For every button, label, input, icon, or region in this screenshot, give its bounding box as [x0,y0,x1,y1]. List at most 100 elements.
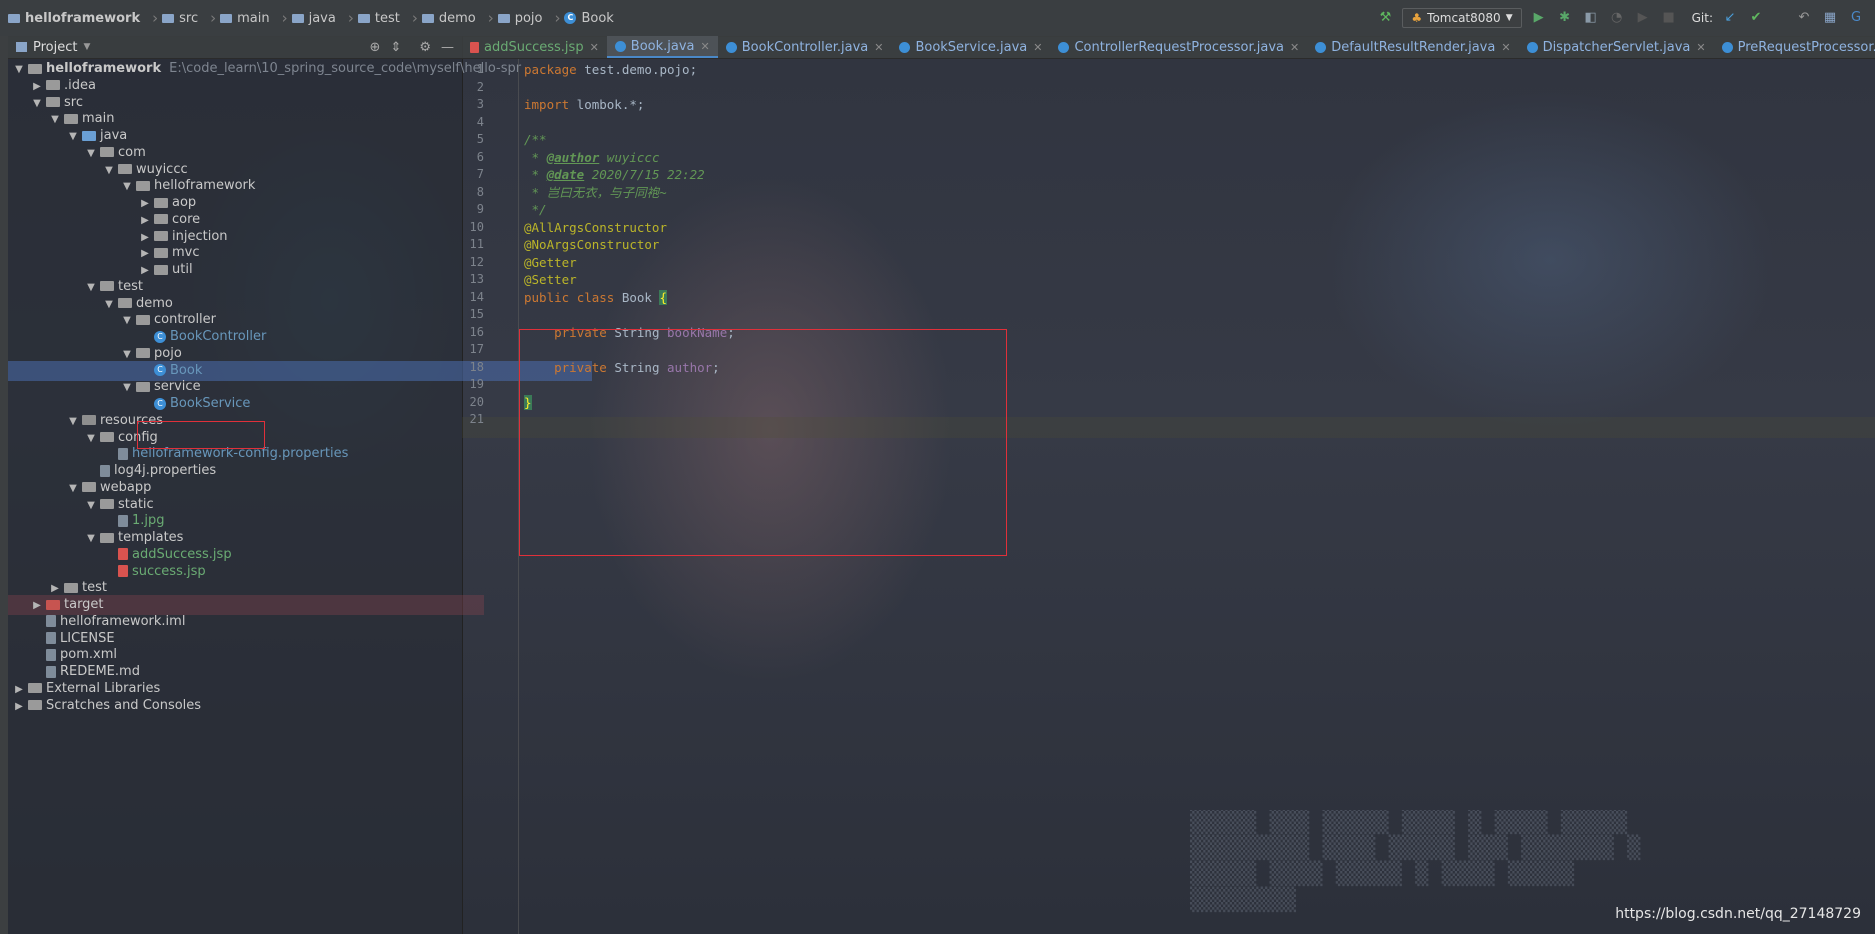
wallpaper-overlay-text: ▒▒▒▒▒ ▒▒▒ ▒▒▒▒▒ ▒▒▒▒ ▒ ▒▒▒▒ ▒▒▒▒▒ ▒▒▒▒▒▒… [1190,810,1641,913]
tree-item[interactable]: ▶ Scratches and Consoles [8,696,466,716]
folder-icon [64,582,78,593]
breadcrumb-item[interactable]: helloframework [4,11,144,26]
class-icon: C [564,12,577,24]
tree-item-label: success.jsp [132,563,206,579]
hide-icon[interactable]: — [441,40,454,55]
tree-item-label: util [172,262,193,277]
project-panel-title[interactable]: Project [33,40,77,55]
tab-label: DefaultResultRender.java [1331,39,1496,55]
project-structure-icon[interactable]: ▦ [1821,9,1839,27]
tomcat-icon: ♣ [1411,11,1423,25]
close-tab-icon[interactable]: ✕ [701,40,710,53]
run-disabled-icon[interactable]: ▶ [1634,9,1652,27]
breadcrumb-item[interactable]: › pojo [480,9,547,27]
breadcrumb-separator-icon: › [487,9,494,27]
folder-icon [497,13,510,23]
res-icon [82,415,96,426]
folder-icon [136,180,150,191]
close-tab-icon[interactable]: ✕ [1501,41,1510,54]
class-icon [1058,41,1070,53]
breadcrumb-separator-icon: › [152,9,159,27]
tree-item-label: helloframework [154,178,256,194]
folder-icon [291,13,304,23]
tree-item-label: mvc [172,245,200,261]
editor-tab[interactable]: BookController.java ✕ [718,36,892,58]
class-icon [1526,41,1538,53]
editor-tab[interactable]: DispatcherServlet.java ✕ [1519,36,1714,58]
close-tab-icon[interactable]: ✕ [1290,41,1299,54]
breadcrumb-item[interactable]: › java [274,9,340,27]
folder-icon [64,113,78,124]
breadcrumb: helloframework › src › main › java › test › demo › p… [0,9,618,27]
gear-icon[interactable]: ⚙ [419,40,431,55]
red-icon [46,599,60,610]
left-tool-strip[interactable] [0,36,8,934]
folder-icon [154,214,168,225]
tree-item-label: webapp [100,479,152,495]
debug-icon[interactable]: ✱ [1556,9,1574,27]
close-tab-icon[interactable]: ✕ [1696,41,1705,54]
tree-item-label: test [82,580,107,596]
tree-item-label: REDEME.md [60,664,140,679]
src-icon [82,130,96,141]
folder-icon [136,348,150,359]
breadcrumb-label: src [179,10,199,26]
breadcrumb-label: Book [581,10,614,26]
file-icon [46,632,56,644]
collapse-all-icon[interactable]: ⇕ [390,40,401,55]
run-icon[interactable]: ▶ [1530,9,1548,27]
breadcrumb-item[interactable]: › main [202,9,273,27]
run-config-label: Tomcat8080 [1427,11,1501,25]
editor-tab[interactable]: BookService.java ✕ [891,36,1050,58]
build-hammer-icon[interactable]: ⚒ [1376,9,1394,27]
close-tab-icon[interactable]: ✕ [874,41,883,54]
tree-item-label: static [118,496,154,512]
collapsed-arrow-icon[interactable]: ▶ [12,697,26,717]
tree-item-label: controller [154,312,217,328]
project-tool-window: Project ▼ ⊕ ⇕ ⚙ — ▼ helloframework E:\code… [8,36,592,934]
stop-icon[interactable]: ■ [1660,9,1678,27]
editor-tab[interactable]: PreRequestProcessor.java✕ [1714,36,1875,58]
code-line[interactable]: import lombok.*; [524,94,644,115]
close-tab-icon[interactable]: ✕ [1033,41,1042,54]
folder-icon [100,532,114,543]
git-commit-icon[interactable]: ✔ [1747,9,1765,27]
breadcrumb-item[interactable]: › C Book [546,9,617,27]
breadcrumb-label: java [308,10,336,26]
close-tab-icon[interactable]: ✕ [590,41,599,54]
file-icon [46,615,56,628]
folder-icon [46,80,60,91]
folder-icon [118,298,132,308]
code-line[interactable]: package test.demo.pojo; [524,59,697,80]
editor-tab[interactable]: ControllerRequestProcessor.java ✕ [1050,36,1307,58]
translate-icon[interactable]: G [1847,9,1865,27]
chevron-down-icon[interactable]: ▼ [83,42,90,52]
breadcrumb-label: helloframework [25,10,141,26]
code-line[interactable]: public class Book { [524,287,668,308]
editor-tab[interactable]: Book.java ✕ [606,36,718,58]
breadcrumb-item[interactable]: › test [340,9,404,27]
lib-icon [28,683,42,694]
navigation-bar: helloframework › src › main › java › test › demo › p… [0,0,1875,37]
coverage-icon[interactable]: ◧ [1582,9,1600,27]
class-icon [614,40,626,52]
revert-icon[interactable]: ↶ [1795,9,1813,27]
locate-icon[interactable]: ⊕ [370,40,381,55]
breadcrumb-item[interactable]: › src [144,9,202,27]
jsp-icon [118,548,128,561]
class-icon [1315,41,1327,53]
tree-item-label: log4j.properties [114,463,217,478]
editor-tab[interactable]: addSuccess.jsp ✕ [462,36,607,58]
git-update-icon[interactable]: ↙ [1721,9,1739,27]
breadcrumb-item[interactable]: › demo [404,9,480,27]
tab-label: BookController.java [741,39,869,55]
folder-icon [100,147,114,158]
folder-icon [136,314,150,325]
profile-icon[interactable]: ◔ [1608,9,1626,27]
editor-tab[interactable]: DefaultResultRender.java ✕ [1307,36,1518,58]
run-configuration-select[interactable]: ♣ Tomcat8080 ▼ [1402,8,1522,28]
tree-item-label: pojo [154,345,182,361]
project-panel-header: Project ▼ ⊕ ⇕ ⚙ — [8,36,462,59]
folder-icon [136,381,150,392]
breadcrumb-separator-icon: › [281,9,288,27]
